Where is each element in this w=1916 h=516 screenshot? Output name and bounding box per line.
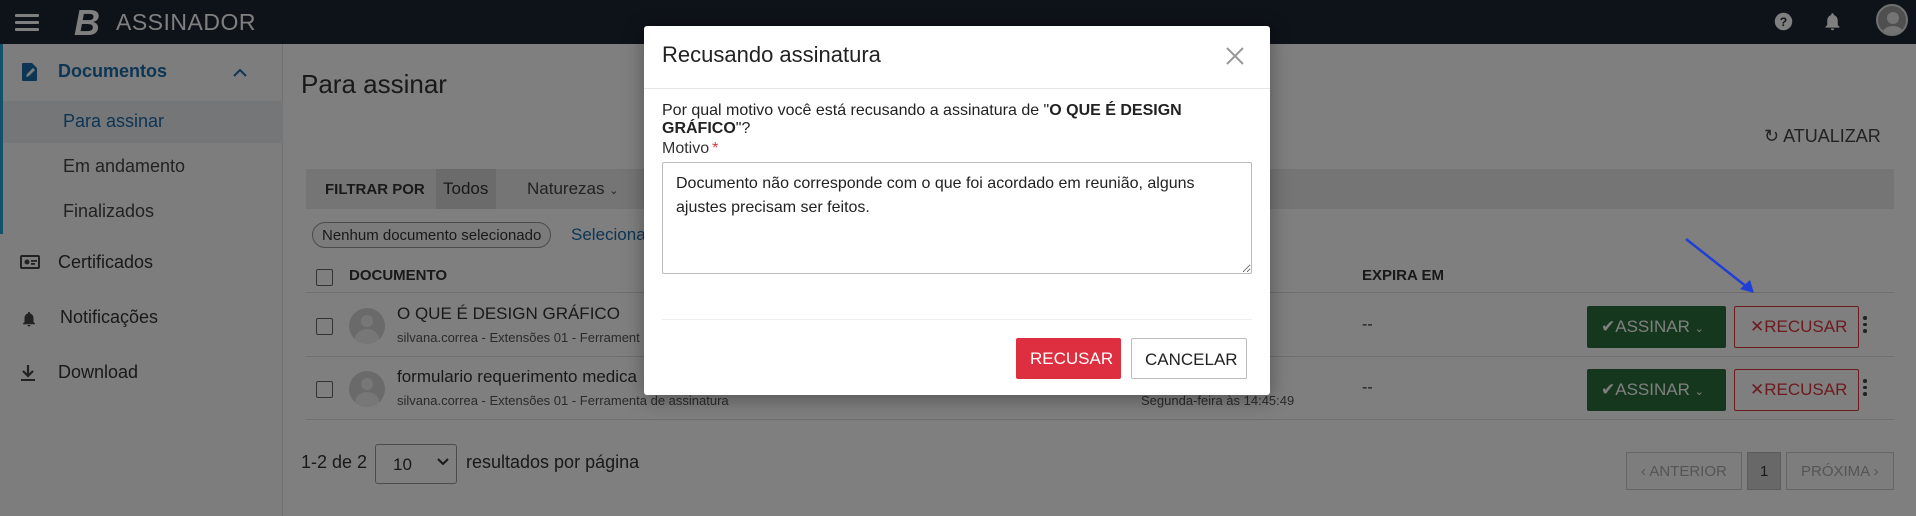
required-mark: * — [712, 140, 719, 157]
refuse-signature-dialog: Recusando assinatura Por qual motivo voc… — [644, 26, 1270, 395]
annotation-arrow-icon — [1685, 238, 1754, 293]
dialog-title: Recusando assinatura — [662, 42, 881, 67]
close-icon[interactable] — [1222, 43, 1248, 69]
dialog-question: Por qual motivo você está recusando a as… — [662, 102, 1182, 137]
cancel-button[interactable]: CANCELAR — [1131, 338, 1247, 379]
confirm-refuse-button[interactable]: RECUSAR — [1016, 338, 1121, 379]
divider — [644, 88, 1270, 89]
divider — [662, 319, 1252, 320]
reason-textarea[interactable]: Documento não corresponde com o que foi … — [662, 162, 1252, 274]
reason-field-label: Motivo * — [662, 140, 719, 157]
